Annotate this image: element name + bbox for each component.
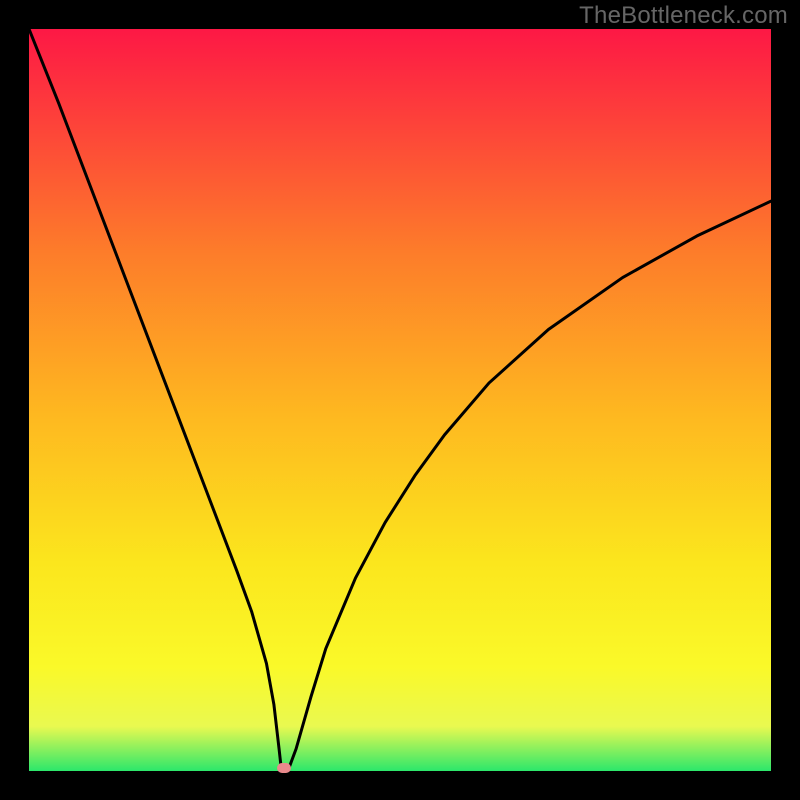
plot-background-gradient [29,29,771,771]
sweet-spot-marker [277,763,291,773]
chart-outer-frame: TheBottleneck.com [0,0,800,800]
watermark-text: TheBottleneck.com [579,2,788,30]
bottleneck-chart [29,29,771,771]
